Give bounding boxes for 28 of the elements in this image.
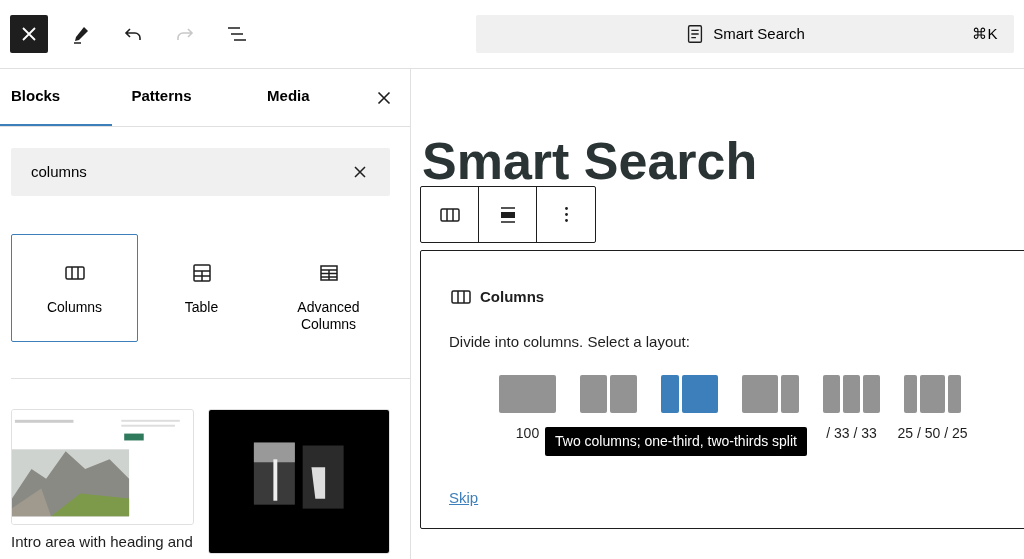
layout-label: / 33 / 33 (826, 423, 877, 443)
layout-option[interactable] (823, 374, 880, 413)
search-field[interactable]: columns (29, 159, 348, 185)
layout-label: 100 (515, 423, 540, 443)
block-item[interactable]: Table (138, 234, 265, 342)
skip-link[interactable]: Skip (449, 486, 479, 509)
layout-label: 25 / 50 / 25 (897, 423, 968, 443)
search-bar[interactable]: columns (11, 148, 390, 196)
command-label: Smart Search (713, 23, 805, 44)
command-search-button[interactable]: Smart Search ⌘K (475, 15, 1014, 53)
layout-option[interactable] (661, 374, 718, 413)
close-button[interactable] (10, 15, 48, 53)
instructions-text: Divide into columns. Select a layout: (449, 332, 691, 352)
pattern-caption: Intro area with heading and (11, 533, 194, 551)
block-item[interactable]: Columns (11, 234, 138, 342)
page-heading: Smart Search (421, 131, 759, 187)
more-options-icon (564, 207, 568, 222)
layout-option[interactable] (742, 374, 799, 413)
layout-option[interactable] (580, 374, 637, 413)
block-title: Columns (480, 286, 545, 307)
inserter-tab[interactable]: Patterns (112, 69, 226, 126)
inserter-tab[interactable]: Blocks (0, 69, 113, 126)
layout-option[interactable] (499, 374, 556, 413)
tooltip: Two columns; one-third, two-thirds split (545, 426, 807, 456)
block-item[interactable]: Advanced Columns (265, 234, 392, 342)
layout-option[interactable] (904, 374, 961, 413)
inserter-tab[interactable]: Media (225, 69, 366, 126)
shortcut-text: ⌘K (972, 23, 998, 44)
